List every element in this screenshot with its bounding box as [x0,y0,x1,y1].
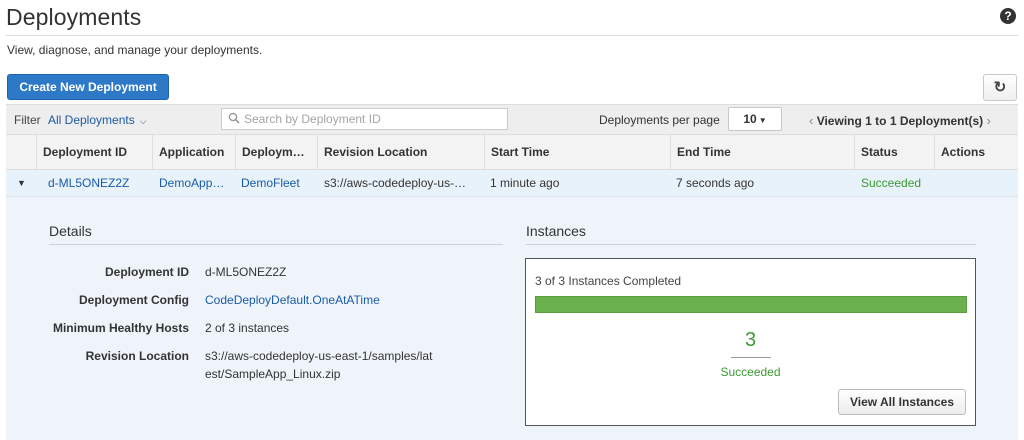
revision-location-cell: s3://aws-codedeploy-us-… [324,176,467,190]
application-link[interactable]: DemoApp… [153,170,231,196]
per-page-value: 10 [743,112,757,126]
instances-count[interactable]: 3 [526,329,975,352]
details-panel: Details Deployment ID d-ML5ONEZ2Z Deploy… [6,197,1018,440]
details-divider [49,244,503,245]
title-divider [6,35,1018,36]
detail-key: Minimum Healthy Hosts [52,321,189,335]
search-field[interactable] [221,108,508,130]
prev-page-icon[interactable]: ‹ [809,113,813,128]
page-subtitle: View, diagnose, and manage your deployme… [7,43,263,57]
filter-label: Filter [14,113,41,127]
page-title: Deployments [6,4,142,30]
caret-down-icon: ▼ [758,116,767,125]
detail-value: 2 of 3 instances [205,321,290,335]
progress-bar [535,296,967,313]
filter-bar: Filter All Deployments ⌵ Deployments per … [6,104,1018,134]
count-divider [731,357,771,358]
search-input[interactable] [244,111,494,127]
per-page-label: Deployments per page [599,113,720,127]
refresh-icon: ↻ [993,79,1007,96]
pager: ‹ Viewing 1 to 1 Deployment(s) › [809,113,991,128]
deployment-id-link[interactable]: d-ML5ONEZ2Z [42,170,152,196]
view-all-instances-button[interactable]: View All Instances [838,389,966,415]
detail-value: est/SampleApp_Linux.zip [205,367,341,381]
per-page-dropdown[interactable]: 10 ▼ [728,107,782,131]
pager-text: Viewing 1 to 1 Deployment(s) [816,114,984,128]
detail-key: Revision Location [85,349,189,363]
column-header[interactable]: Deployment ID [36,135,146,169]
detail-value: s3://aws-codedeploy-us-east-1/samples/la… [205,349,433,363]
detail-value: d-ML5ONEZ2Z [205,265,287,279]
instances-title: Instances [526,223,586,239]
deployment-group-link[interactable]: DemoFleet [235,170,313,196]
progress-fill [536,297,966,312]
instances-box: 3 of 3 Instances Completed 3 Succeeded V… [525,258,976,426]
refresh-button[interactable]: ↻ [983,74,1017,101]
column-header[interactable]: Revision Location [317,135,483,169]
expand-caret-icon[interactable]: ▼ [17,170,26,196]
table-row[interactable]: ▼ d-ML5ONEZ2Z DemoApp… DemoFleet s3://aw… [6,170,1018,197]
detail-key: Deployment Config [79,293,189,307]
deployment-config-link[interactable]: CodeDeployDefault.OneAtATime [205,291,380,309]
instances-status: Succeeded [720,365,781,379]
actions-cell [934,170,1018,196]
column-header[interactable]: Deploym… [235,135,311,169]
column-header[interactable]: Application [152,135,228,169]
column-header[interactable]: Status [854,135,934,169]
chevron-down-icon: ⌵ [139,116,147,126]
end-time-cell: 7 seconds ago [676,176,755,190]
next-page-icon[interactable]: › [987,113,991,128]
start-time-cell: 1 minute ago [490,176,560,190]
detail-key: Deployment ID [104,265,189,279]
details-title: Details [49,223,92,239]
create-deployment-button[interactable]: Create New Deployment [7,74,169,100]
column-header[interactable]: End Time [670,135,854,169]
filter-selected-value: All Deployments [48,113,135,127]
column-header[interactable]: Start Time [484,135,670,169]
search-icon [228,112,240,124]
status-cell: Succeeded [861,176,922,190]
table-header: Deployment ID Application Deploym… Revis… [6,134,1018,170]
help-icon[interactable]: ? [1000,8,1016,24]
filter-dropdown[interactable]: All Deployments ⌵ [48,113,147,127]
column-header: Actions [934,135,1018,169]
instances-summary: 3 of 3 Instances Completed [535,274,682,288]
instances-divider [526,244,976,245]
